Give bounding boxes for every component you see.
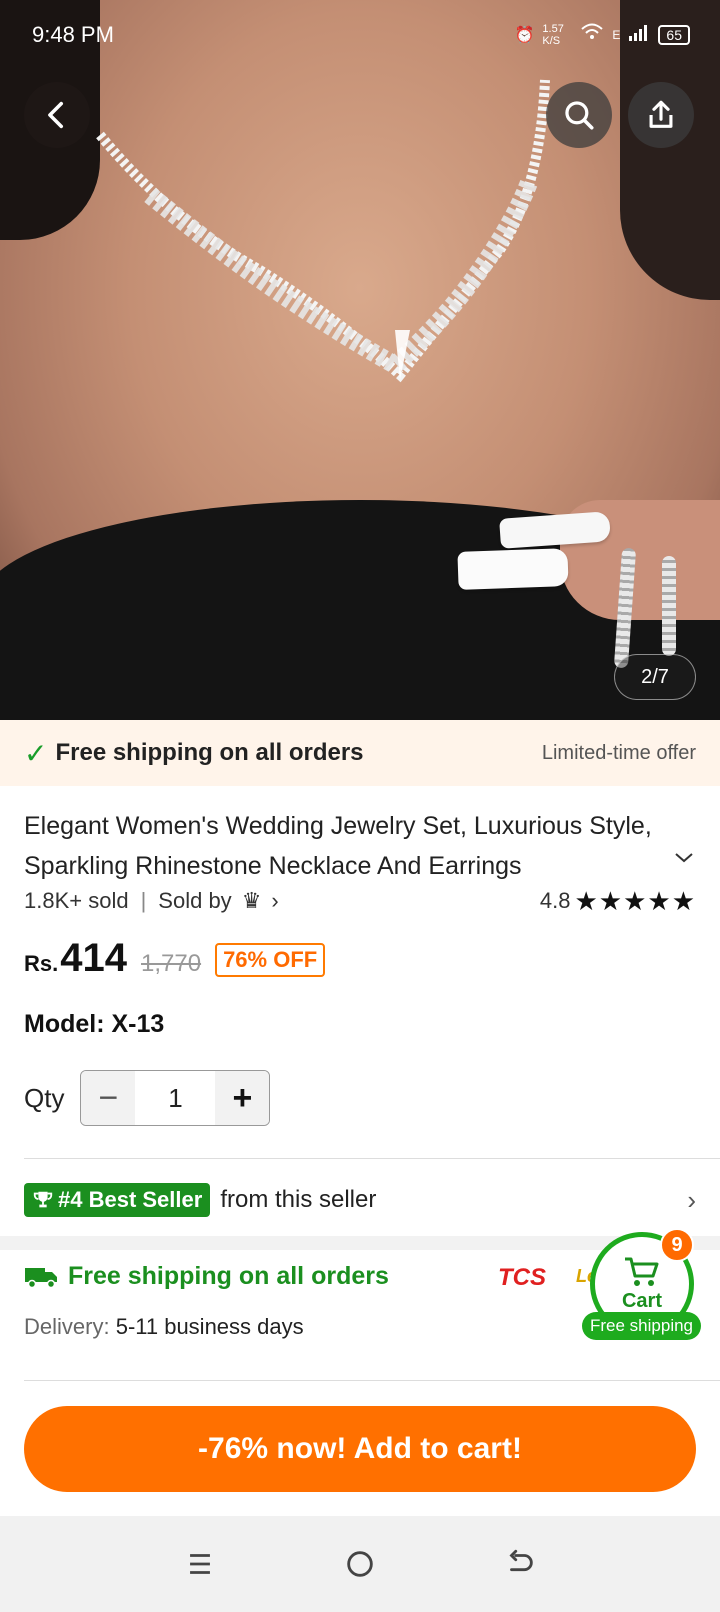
divider — [24, 1158, 720, 1159]
best-seller-badge: #4 Best Seller — [24, 1183, 211, 1217]
sold-count: 1.8K+ sold — [24, 888, 129, 913]
quantity-row: Qty − 1 + — [24, 1070, 271, 1126]
price-row: Rs. 414 1,770 76% OFF — [24, 936, 326, 992]
earring — [662, 556, 676, 656]
net-speed: 1.57 K/S — [542, 22, 564, 47]
chevron-right-icon[interactable]: › — [271, 888, 278, 914]
status-time: 9:48 PM — [32, 22, 114, 47]
cart-count-badge: 9 — [660, 1228, 694, 1262]
shipping-title: Free shipping on all orders — [68, 1262, 389, 1290]
cart-label: Cart — [621, 1289, 662, 1312]
back-button[interactable] — [24, 82, 90, 148]
alarm-icon: ⏰ — [514, 26, 535, 44]
seller-logo-icon[interactable]: ♛ — [242, 888, 262, 914]
shipping-row[interactable]: Free shipping on all orders — [24, 1262, 389, 1291]
model-label: Model: X-13 — [24, 1010, 165, 1038]
rating[interactable]: 4.8 ★★★★★ — [540, 886, 696, 917]
search-button[interactable] — [546, 82, 612, 148]
add-to-cart-button[interactable]: -76% now! Add to cart! — [24, 1406, 696, 1492]
delivery-label: Delivery: — [24, 1314, 110, 1339]
trophy-icon — [33, 1191, 53, 1208]
cart-icon — [625, 1257, 659, 1286]
decrement-button[interactable]: − — [81, 1071, 136, 1125]
price: 414 — [60, 936, 127, 980]
product-image[interactable] — [0, 0, 720, 720]
chevron-right-icon: › — [687, 1184, 696, 1215]
battery-indicator: 65 — [658, 24, 690, 45]
product-title: Elegant Women's Wedding Jewelry Set, Lux… — [24, 812, 652, 880]
signal-icon — [628, 23, 650, 46]
truck-icon — [25, 1267, 57, 1288]
qty-label: Qty — [24, 1082, 65, 1113]
menu-icon[interactable] — [183, 1547, 217, 1581]
separator: | — [140, 888, 147, 913]
share-icon — [649, 100, 673, 128]
network-type: E — [612, 27, 621, 42]
chevron-left-icon — [48, 101, 64, 129]
home-icon[interactable] — [343, 1547, 377, 1581]
tcs-logo: TCS — [498, 1264, 546, 1291]
sold-row: 1.8K+ sold | Sold by ♛ › 4.8 ★★★★★ — [24, 884, 696, 918]
rating-value: 4.8 — [539, 888, 571, 913]
price-currency: Rs. — [24, 951, 59, 976]
bottom-action-bar: -76% now! Add to cart! — [0, 1392, 720, 1516]
quantity-stepper: − 1 + — [80, 1070, 271, 1126]
best-seller-row[interactable]: #4 Best Seller from this seller › — [24, 1180, 696, 1220]
promo-banner[interactable]: ✓ Free shipping on all orders Limited-ti… — [0, 720, 720, 786]
status-bar: 9:48 PM ⏰ 1.57 K/S E 65 — [0, 0, 720, 70]
delivery-info: Delivery: 5-11 business days — [24, 1314, 304, 1340]
promo-text: Free shipping on all orders — [55, 739, 364, 766]
search-icon — [565, 101, 594, 130]
cart-free-shipping: Free shipping — [582, 1312, 702, 1340]
original-price: 1,770 — [141, 950, 202, 977]
title-fade — [580, 846, 670, 886]
share-button[interactable] — [628, 82, 694, 148]
best-seller-suffix: from this seller — [220, 1186, 377, 1213]
increment-button[interactable]: + — [215, 1071, 270, 1125]
status-icons: ⏰ 1.57 K/S E 65 — [514, 22, 690, 47]
delivery-value: 5-11 business days — [115, 1314, 304, 1339]
discount-badge: 76% OFF — [215, 943, 326, 977]
chevron-down-icon[interactable] — [672, 846, 696, 870]
best-seller-text: #4 Best Seller — [58, 1187, 203, 1212]
wifi-icon — [580, 22, 604, 47]
back-nav-icon[interactable] — [503, 1547, 537, 1581]
sold-by-label[interactable]: Sold by — [158, 888, 231, 914]
floating-cart-button[interactable]: Cart 9 Free shipping — [582, 1228, 720, 1344]
star-rating-icon: ★★★★★ — [574, 885, 696, 916]
promo-offer: Limited-time offer — [541, 741, 696, 764]
check-icon: ✓ — [24, 737, 48, 769]
divider — [24, 1380, 720, 1381]
image-page-indicator: 2/7 — [614, 654, 696, 700]
nail — [457, 548, 569, 590]
system-nav-bar — [0, 1516, 720, 1612]
quantity-value[interactable]: 1 — [135, 1083, 215, 1114]
